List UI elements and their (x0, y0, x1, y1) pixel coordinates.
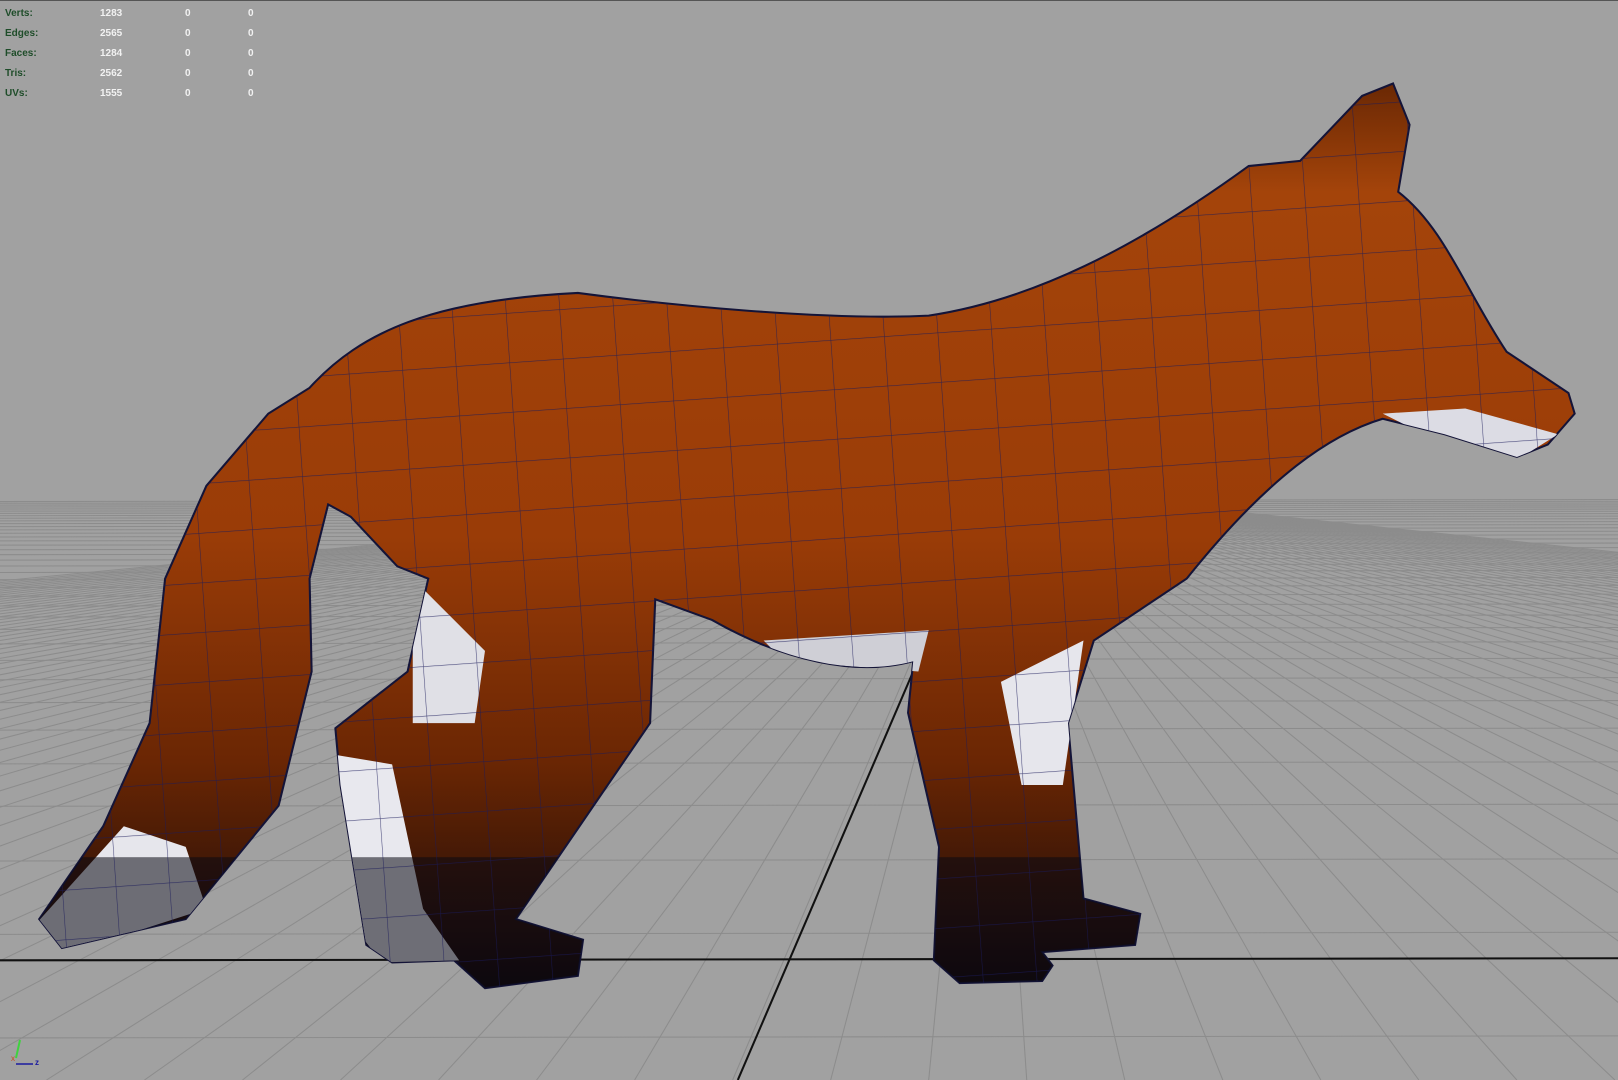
paws-dark (39, 857, 1575, 989)
viewport-scene[interactable] (0, 1, 1618, 1080)
hud-row-edges: Edges: 2565 0 0 (5, 27, 254, 39)
fox-wireframe (39, 83, 1575, 989)
grid-axis-z (736, 671, 915, 1080)
fox-model[interactable] (0, 1, 1618, 1080)
hud-row-uvs: UVs: 1555 0 0 (5, 87, 254, 99)
3d-viewport[interactable]: Verts: 1283 0 0 Edges: 2565 0 0 Faces: 1284 0 0 T… (0, 0, 1618, 1080)
hud-row-verts: Verts: 1283 0 0 (5, 7, 254, 19)
poly-count-hud: Verts: 1283 0 0 Edges: 2565 0 0 Faces: 1284 0 0 T… (5, 3, 311, 103)
axis-indicator-icon: x z (11, 1039, 39, 1067)
grid-line (0, 1035, 1618, 1039)
axis-x-label: x (11, 1054, 15, 1063)
grid-line (0, 858, 1618, 862)
hud-row-faces: Faces: 1284 0 0 (5, 47, 254, 59)
grid-line (0, 931, 1618, 935)
hud-row-tris: Tris: 2562 0 0 (5, 67, 254, 79)
axis-z-label: z (35, 1058, 39, 1067)
grid-axis-x (0, 957, 1618, 962)
